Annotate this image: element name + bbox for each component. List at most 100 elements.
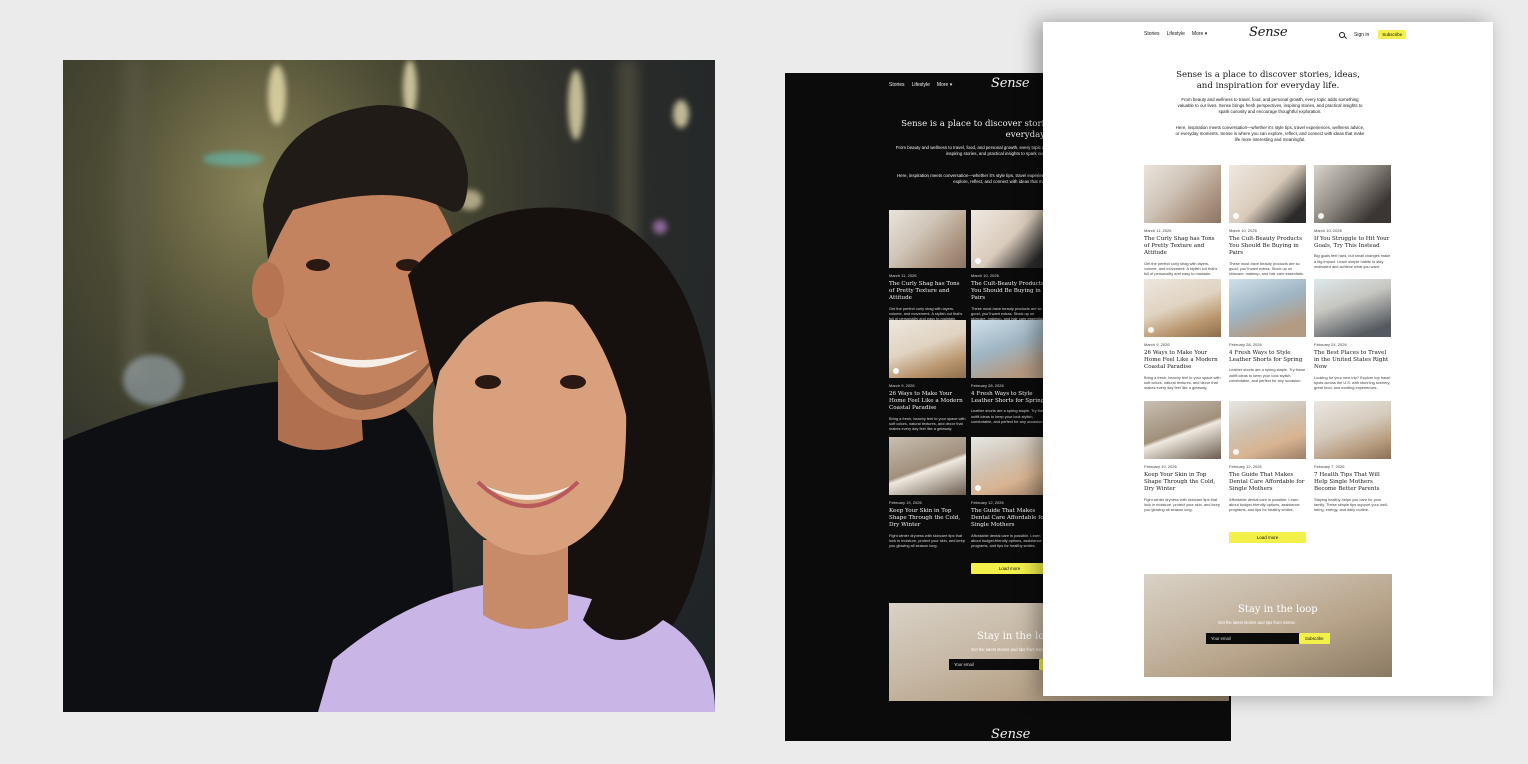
article-excerpt: These must-have beauty products are so g… — [1229, 260, 1304, 277]
hero-paragraph-1: From beauty and wellness to travel, food… — [1177, 97, 1363, 115]
signin-link[interactable]: Sign in — [1354, 32, 1369, 38]
site-logo[interactable]: Sense — [1249, 25, 1288, 40]
article-title[interactable]: The Best Places to Travel in the United … — [1314, 350, 1391, 372]
article-title[interactable]: 26 Ways to Make Your Home Feel Like a Mo… — [1144, 350, 1221, 372]
article-excerpt: Bring a fresh, beachy feel to your space… — [889, 415, 966, 432]
load-more-button[interactable]: Load more — [1229, 532, 1306, 543]
article-excerpt: Big goals feel hard, but small changes m… — [1314, 253, 1391, 269]
article-card[interactable]: February 19, 2026 Keep Your Skin in Top … — [1144, 401, 1221, 512]
newsletter-subtext: Get the latest stories and tips from Sen… — [971, 647, 1049, 652]
article-title[interactable]: 26 Ways to Make Your Home Feel Like a Mo… — [889, 391, 966, 413]
nav-stories[interactable]: Stories — [889, 82, 905, 88]
nav-lifestyle[interactable]: Lifestyle — [1167, 31, 1185, 37]
article-image[interactable] — [889, 210, 966, 268]
load-more-button[interactable]: Load more — [971, 563, 1048, 574]
article-title[interactable]: 4 Fresh Ways to Style Leather Shorts for… — [1229, 350, 1306, 364]
article-image[interactable] — [1314, 165, 1391, 223]
article-date: March 9, 2026 — [889, 383, 915, 388]
article-date: March 10, 2026 — [971, 273, 999, 278]
light-theme-mockup: Stories Lifestyle More Sense Sign in Sub… — [1043, 22, 1493, 696]
article-card[interactable]: March 11, 2026 The Curly Shag has Tons o… — [889, 210, 966, 321]
article-title[interactable]: The Guide That Makes Dental Care Afforda… — [1229, 472, 1306, 494]
article-title[interactable]: 7 Health Tips That Will Help Single Moth… — [1314, 472, 1391, 494]
article-title[interactable]: If You Struggle to Hit Your Goals, Try T… — [1314, 236, 1391, 250]
article-title[interactable]: The Cult-Beauty Products You Should Be B… — [971, 281, 1048, 303]
nav-lifestyle[interactable]: Lifestyle — [912, 82, 930, 88]
article-excerpt: Fight winter dryness with skincare tips … — [889, 532, 965, 549]
article-card[interactable]: March 10, 2026 The Cult-Beauty Products … — [1229, 165, 1306, 276]
article-card[interactable]: March 10, 2026 The Cult-Beauty Products … — [971, 210, 1048, 321]
play-icon[interactable] — [975, 258, 981, 264]
article-image[interactable] — [1229, 165, 1306, 223]
search-icon[interactable] — [1339, 31, 1345, 38]
article-title[interactable]: 4 Fresh Ways to Style Leather Shorts for… — [971, 391, 1048, 405]
hero-paragraph-2: Here, inspiration meets conversation—whe… — [1175, 125, 1365, 143]
footer-logo[interactable]: Sense — [991, 727, 1030, 741]
play-icon[interactable] — [1318, 213, 1324, 219]
article-image[interactable] — [971, 210, 1048, 268]
site-logo[interactable]: Sense — [991, 76, 1030, 91]
article-card[interactable]: March 9, 2026 26 Ways to Make Your Home … — [889, 320, 966, 431]
article-title[interactable]: Keep Your Skin in Top Shape Through the … — [1144, 472, 1221, 494]
article-card[interactable]: February 12, 2026 The Guide That Makes D… — [1229, 401, 1306, 512]
article-image[interactable] — [1314, 401, 1391, 459]
article-date: February 28, 2026 — [1229, 342, 1262, 347]
article-title[interactable]: The Cult-Beauty Products You Should Be B… — [1229, 236, 1306, 258]
article-image[interactable] — [1229, 279, 1306, 337]
email-input[interactable]: Your email — [1206, 633, 1302, 644]
article-card[interactable]: February 12, 2026 The Guide That Makes D… — [971, 437, 1048, 548]
subscribe-button[interactable]: Subscribe — [1378, 30, 1407, 39]
article-card[interactable]: February 24, 2026 The Best Places to Tra… — [1314, 279, 1391, 390]
article-title[interactable]: The Guide That Makes Dental Care Afforda… — [971, 508, 1048, 530]
article-excerpt: Fight winter dryness with skincare tips … — [1144, 496, 1220, 513]
article-title[interactable]: Keep Your Skin in Top Shape Through the … — [889, 508, 966, 530]
article-card[interactable]: February 19, 2026 Keep Your Skin in Top … — [889, 437, 966, 548]
article-image[interactable] — [889, 437, 966, 495]
article-date: February 12, 2026 — [1229, 464, 1262, 469]
article-card[interactable]: February 7, 2026 7 Health Tips That Will… — [1314, 401, 1391, 512]
article-excerpt: Bring a fresh, beachy feel to your space… — [1144, 374, 1221, 391]
play-icon[interactable] — [975, 485, 981, 491]
article-card[interactable]: March 10, 2026 If You Struggle to Hit Yo… — [1314, 165, 1391, 269]
article-date: February 12, 2026 — [971, 500, 1004, 505]
subscribe-button[interactable]: Subscribe — [1299, 633, 1330, 644]
article-image[interactable] — [971, 320, 1048, 378]
newsletter-subtext: Get the latest stories and tips from Sen… — [1218, 620, 1296, 625]
article-excerpt: Staying healthy helps you care for your … — [1314, 496, 1389, 513]
article-excerpt: Leather shorts are a spring staple. Try … — [1229, 367, 1306, 383]
account-nav: Sign in Subscribe — [1339, 30, 1407, 39]
couple-selfie-illustration — [63, 105, 715, 712]
article-card[interactable]: February 28, 2026 4 Fresh Ways to Style … — [1229, 279, 1306, 383]
nav-more[interactable]: More — [1192, 31, 1207, 37]
article-excerpt: Leather shorts are a spring staple. Try … — [971, 408, 1048, 424]
article-excerpt: Get the perfect curly shag with layers, … — [889, 305, 963, 322]
play-icon[interactable] — [1148, 327, 1154, 333]
article-image[interactable] — [1229, 401, 1306, 459]
play-icon[interactable] — [1233, 449, 1239, 455]
article-card[interactable]: February 28, 2026 4 Fresh Ways to Style … — [971, 320, 1048, 424]
profile-photo — [63, 60, 715, 712]
article-card[interactable]: March 11, 2026 The Curly Shag has Tons o… — [1144, 165, 1221, 276]
article-image[interactable] — [1144, 165, 1221, 223]
play-icon[interactable] — [1233, 213, 1239, 219]
main-nav: Stories Lifestyle More — [889, 82, 952, 88]
article-date: March 10, 2026 — [1229, 228, 1257, 233]
article-image[interactable] — [889, 320, 966, 378]
article-date: March 10, 2026 — [1314, 228, 1342, 233]
article-card[interactable]: March 9, 2026 26 Ways to Make Your Home … — [1144, 279, 1221, 390]
nav-more[interactable]: More — [937, 82, 952, 88]
article-image[interactable] — [1144, 279, 1221, 337]
article-excerpt: These must-have beauty products are so g… — [971, 305, 1046, 322]
play-icon[interactable] — [893, 368, 899, 374]
nav-stories[interactable]: Stories — [1144, 31, 1160, 37]
article-date: March 11, 2026 — [1144, 228, 1172, 233]
article-image[interactable] — [1314, 279, 1391, 337]
article-date: February 19, 2026 — [889, 500, 922, 505]
article-image[interactable] — [971, 437, 1048, 495]
email-input[interactable]: Your email — [949, 659, 1045, 670]
article-image[interactable] — [1144, 401, 1221, 459]
article-title[interactable]: The Curly Shag has Tons of Pretty Textur… — [889, 281, 966, 303]
article-date: March 9, 2026 — [1144, 342, 1170, 347]
article-title[interactable]: The Curly Shag has Tons of Pretty Textur… — [1144, 236, 1221, 258]
article-excerpt: Affordable dental care is possible. Lear… — [971, 532, 1042, 549]
